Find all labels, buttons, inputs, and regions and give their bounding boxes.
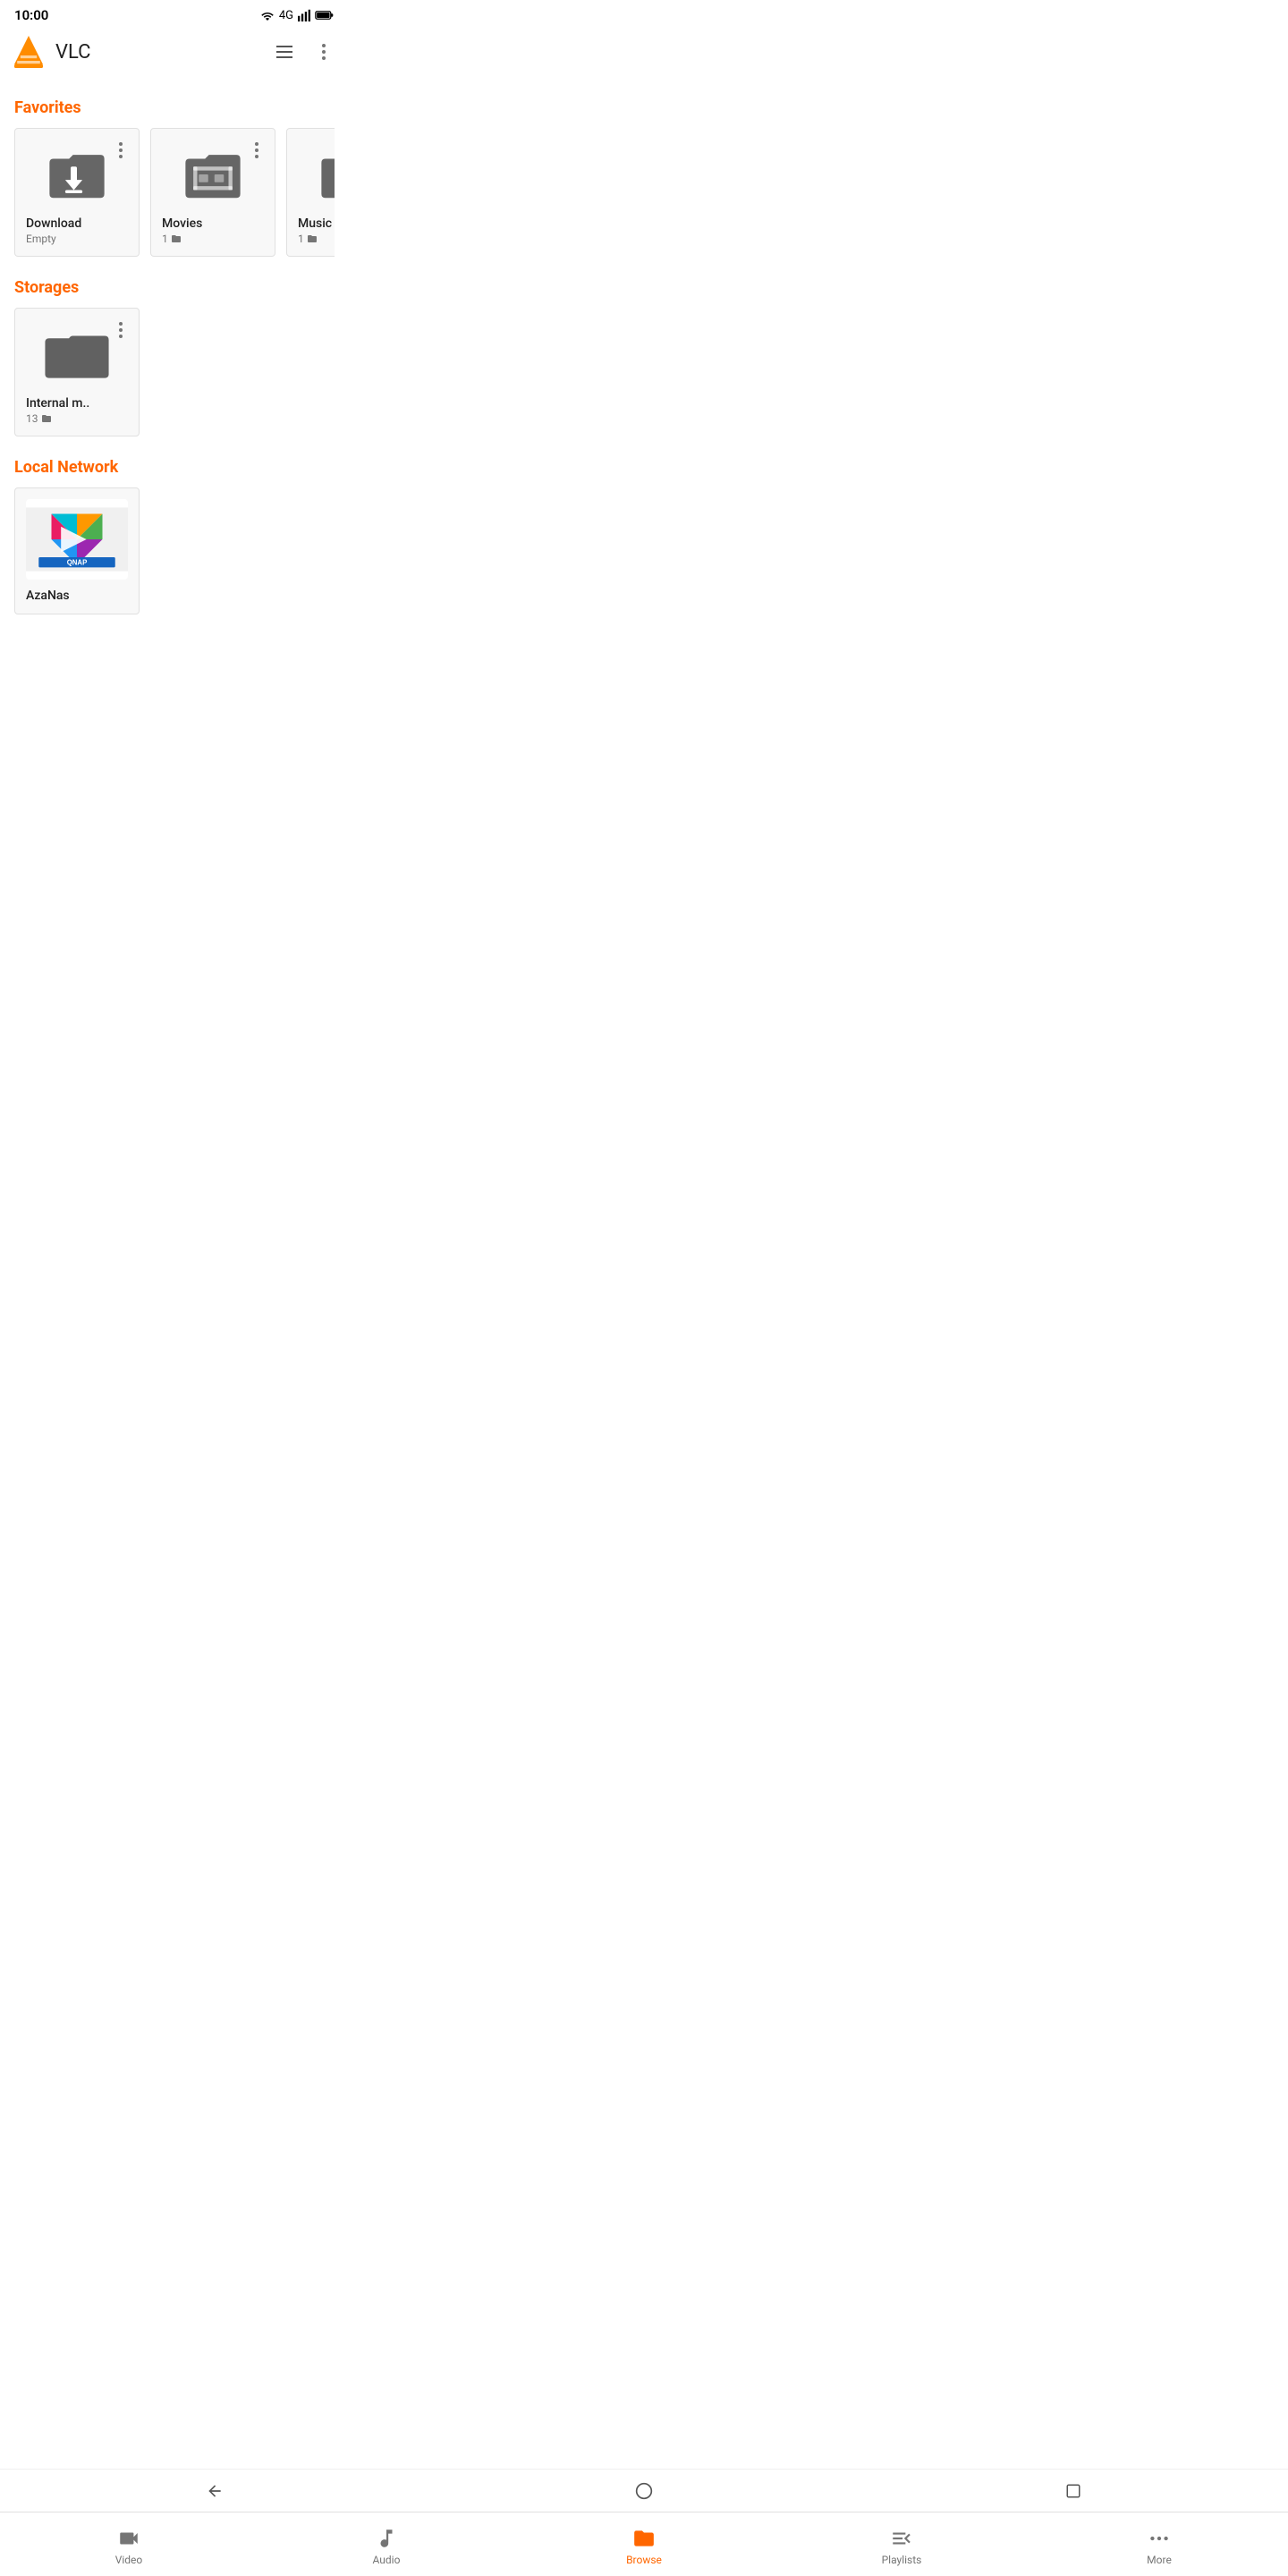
- nav-browse[interactable]: Browse: [515, 2520, 773, 2570]
- azanas-card-name: AzaNas: [26, 589, 128, 603]
- internal-storage-name: Internal m..: [26, 396, 128, 411]
- playlists-icon: [890, 2527, 913, 2550]
- azanas-image: QNAP: [26, 499, 128, 580]
- music-folder-icon: [298, 143, 335, 206]
- movies-card-sub: 1: [162, 233, 264, 245]
- list-view-button[interactable]: [267, 34, 302, 70]
- nav-video-label: Video: [115, 2554, 143, 2566]
- battery-icon: [315, 9, 335, 21]
- internal-storage-more-button[interactable]: [106, 316, 135, 344]
- bottom-nav: Video Audio Browse Playlists More: [0, 2512, 1288, 2576]
- more-options-icon: [322, 44, 326, 60]
- movies-card[interactable]: Movies 1: [150, 128, 275, 257]
- music-card[interactable]: Music 1: [286, 128, 335, 257]
- svg-text:QNAP: QNAP: [67, 559, 88, 567]
- audio-icon: [375, 2527, 398, 2550]
- folder-sub-icon-storage: [41, 413, 52, 424]
- favorites-section-title: Favorites: [14, 98, 335, 117]
- vlc-logo: [11, 34, 47, 70]
- azanas-card[interactable]: QNAP AzaNas: [14, 487, 140, 614]
- home-circle-icon: [635, 2482, 653, 2500]
- android-recents-button[interactable]: [1055, 2473, 1091, 2509]
- nav-more-label: More: [1147, 2554, 1172, 2566]
- video-icon: [117, 2527, 140, 2550]
- nav-browse-label: Browse: [626, 2554, 662, 2566]
- folder-sub-icon-music: [307, 233, 318, 244]
- nav-playlists-label: Playlists: [882, 2554, 922, 2566]
- nav-more[interactable]: More: [1030, 2520, 1288, 2570]
- storages-card-row: Internal m.. 13: [14, 308, 335, 444]
- internal-storage-sub: 13: [26, 412, 128, 425]
- android-back-button[interactable]: [197, 2473, 233, 2509]
- android-nav: [0, 2469, 1288, 2512]
- app-title: VLC: [55, 41, 267, 64]
- more-tab-icon: [1148, 2527, 1171, 2550]
- local-network-card-row: QNAP AzaNas: [14, 487, 335, 622]
- nav-playlists[interactable]: Playlists: [773, 2520, 1030, 2570]
- wifi-icon: [259, 9, 275, 21]
- back-icon: [206, 2482, 224, 2500]
- local-network-section-title: Local Network: [14, 458, 335, 477]
- browse-icon: [632, 2527, 656, 2550]
- favorites-card-row: Download Empty: [14, 128, 335, 264]
- download-card[interactable]: Download Empty: [14, 128, 140, 257]
- more-options-button[interactable]: [306, 34, 342, 70]
- nav-video[interactable]: Video: [0, 2520, 258, 2570]
- status-icons: 4G: [259, 9, 335, 22]
- main-content: Favorites: [0, 77, 349, 693]
- recents-icon: [1065, 2483, 1081, 2499]
- music-card-name: Music: [298, 216, 335, 231]
- nav-audio[interactable]: Audio: [258, 2520, 515, 2570]
- download-card-sub: Empty: [26, 233, 128, 245]
- download-card-name: Download: [26, 216, 128, 231]
- android-home-button[interactable]: [626, 2473, 662, 2509]
- folder-sub-icon: [171, 233, 182, 244]
- signal-icon: [297, 9, 311, 21]
- status-time: 10:00: [14, 7, 48, 23]
- status-bar: 10:00 4G: [0, 0, 349, 27]
- internal-storage-card[interactable]: Internal m.. 13: [14, 308, 140, 436]
- app-bar: VLC: [0, 27, 349, 77]
- list-view-icon: [274, 41, 295, 63]
- music-card-sub: 1: [298, 233, 335, 245]
- movies-card-more-button[interactable]: [242, 136, 271, 165]
- download-card-more-button[interactable]: [106, 136, 135, 165]
- movies-card-name: Movies: [162, 216, 264, 231]
- 4g-icon: 4G: [279, 9, 293, 22]
- qnap-logo: QNAP: [26, 504, 128, 575]
- app-bar-actions: [267, 34, 342, 70]
- storages-section-title: Storages: [14, 278, 335, 297]
- nav-audio-label: Audio: [373, 2554, 401, 2566]
